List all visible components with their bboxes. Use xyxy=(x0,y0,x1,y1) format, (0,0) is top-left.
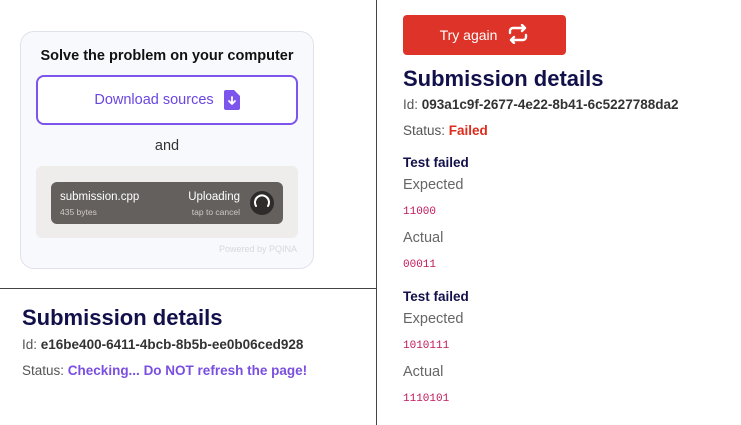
powered-by-text[interactable]: Powered by PQINA xyxy=(219,244,297,254)
status-value: Checking... Do NOT refresh the page! xyxy=(67,363,308,378)
expected-output: 11000 xyxy=(403,206,437,218)
left-submission-id: Id: e16be400-6411-4bcb-8b5b-ee0b06ced928 xyxy=(22,337,303,352)
expected-output: 1010111 xyxy=(403,340,450,352)
test-failed-heading: Test failed xyxy=(403,155,469,170)
upload-card: Solve the problem on your computer Downl… xyxy=(20,31,314,269)
try-again-button[interactable]: Try again xyxy=(403,15,566,55)
download-sources-label: Download sources xyxy=(94,92,214,108)
uploading-file-item[interactable]: submission.cpp 435 bytes Uploading tap t… xyxy=(51,182,283,224)
actual-label: Actual xyxy=(403,364,444,380)
vertical-divider xyxy=(376,0,377,425)
id-value: e16be400-6411-4bcb-8b5b-ee0b06ced928 xyxy=(40,337,304,352)
download-sources-button[interactable]: Download sources xyxy=(36,75,298,125)
upload-status: Uploading xyxy=(188,191,240,203)
file-download-icon xyxy=(223,90,240,110)
and-text: and xyxy=(154,138,180,154)
file-name: submission.cpp xyxy=(60,191,140,203)
status-value: Failed xyxy=(448,123,488,138)
spinner-icon xyxy=(250,191,274,215)
expected-label: Expected xyxy=(403,311,464,327)
file-pond[interactable]: submission.cpp 435 bytes Uploading tap t… xyxy=(36,166,298,238)
retry-arrows-icon xyxy=(507,23,529,47)
right-submission-title: Submission details xyxy=(403,66,604,91)
id-label: Id: xyxy=(22,337,38,352)
actual-output: 1110101 xyxy=(403,393,450,405)
horizontal-divider xyxy=(0,288,376,289)
id-label: Id: xyxy=(403,97,419,112)
id-value: 093a1c9f-2677-4e22-8b41-6c5227788da2 xyxy=(421,97,679,112)
file-size: 435 bytes xyxy=(60,207,97,217)
right-submission-status: Status: Failed xyxy=(403,123,488,138)
test-failed-heading: Test failed xyxy=(403,289,469,304)
actual-label: Actual xyxy=(403,230,444,246)
left-submission-title: Submission details xyxy=(22,305,223,330)
upload-card-title: Solve the problem on your computer xyxy=(40,48,294,64)
status-label: Status: xyxy=(22,363,65,378)
expected-label: Expected xyxy=(403,177,464,193)
left-submission-status: Status: Checking... Do NOT refresh the p… xyxy=(22,363,307,378)
right-submission-id: Id: 093a1c9f-2677-4e22-8b41-6c5227788da2 xyxy=(403,97,679,112)
status-label: Status: xyxy=(403,123,446,138)
tap-to-cancel[interactable]: tap to cancel xyxy=(192,207,240,217)
actual-output: 00011 xyxy=(403,259,437,271)
try-again-label: Try again xyxy=(439,27,498,43)
